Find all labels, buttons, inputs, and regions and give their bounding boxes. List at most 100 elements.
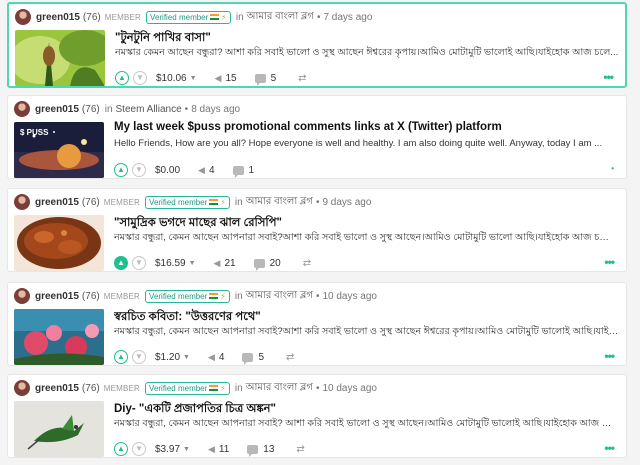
post-excerpt[interactable]: Hello Friends, How are you all? Hope eve… [114,138,619,149]
comment-icon[interactable] [232,165,244,178]
caret-down-icon[interactable]: ▼ [189,260,196,267]
community-link[interactable]: আমার বাংলা ব্লগ [246,288,313,305]
post-excerpt[interactable]: নমস্কার বন্ধুরা, কেমন আছেন আপনারা সবাই?আ… [114,325,619,340]
post-feed: green015 (76) MEMBER Verified member ⚡ in… [0,0,640,465]
post-age[interactable]: 10 days ago [322,383,377,394]
separator: • [184,103,189,115]
thumbnail-label: $ PUSS [20,128,49,137]
member-badge: MEMBER [103,383,141,393]
more-dots-icon[interactable]: ••• [604,442,615,454]
comment-icon[interactable] [253,258,265,271]
post-card[interactable]: green015 (76) in Steem Alliance • 8 days… [7,95,627,179]
comment-count[interactable]: 1 [249,165,255,176]
chevron-down-icon[interactable]: ▼ [132,442,146,456]
separator: • [315,382,320,394]
member-badge: MEMBER [103,197,141,207]
post-footer: ▲ ▼ $0.00 ◀ 4 1 [114,162,254,178]
vote-count[interactable]: 15 [225,73,236,84]
post-excerpt[interactable]: নমস্কার বন্ধুরা, কেমন আছেন আপনারা সবাই? … [114,417,619,432]
post-card[interactable]: green015 (76) MEMBER Verified member ⚡ in… [7,2,627,88]
post-card[interactable]: green015 (76) MEMBER Verified member ⚡ in… [7,374,627,458]
comment-count[interactable]: 20 [270,258,281,269]
author-link[interactable]: green015 [35,197,79,208]
reblog-icon[interactable]: ⇄ [296,444,304,455]
payout-value[interactable]: $3.97 [155,444,180,455]
vote-count[interactable]: 11 [219,444,229,455]
chevron-down-icon[interactable]: ▼ [132,163,146,177]
avatar[interactable] [15,9,31,25]
payout-value[interactable]: $1.20 [155,352,180,363]
vote-count[interactable]: 4 [219,352,225,363]
comment-count[interactable]: 5 [271,73,277,84]
separator: • [315,196,320,208]
chevron-down-icon[interactable]: ▼ [132,350,146,364]
avatar[interactable] [14,288,30,304]
community-link[interactable]: আমার বাংলা ব্লগ [247,9,314,26]
in-label: in [234,290,243,302]
verified-label: Verified member [150,12,209,22]
author-link[interactable]: green015 [35,104,79,115]
post-thumbnail[interactable] [14,401,104,457]
post-card[interactable]: green015 (76) MEMBER Verified member ⚡ in… [7,282,627,366]
chevron-down-icon[interactable]: ▼ [133,71,147,85]
post-thumbnail[interactable] [14,309,104,365]
avatar[interactable] [14,101,30,117]
post-title[interactable]: My last week $puss promotional comments … [114,121,619,133]
chevron-up-icon[interactable]: ▲ [114,442,128,456]
community-link[interactable]: আমার বাংলা ব্লগ [246,194,313,211]
separator: • [316,11,321,23]
chevron-up-icon[interactable]: ▲ [114,163,128,177]
post-footer: ▲ ▼ $1.20 ▼ ◀ 4 5 ⇄ [114,349,294,365]
post-age[interactable]: 10 days ago [322,291,377,302]
post-meta: green015 (76) in Steem Alliance • 8 days… [14,100,240,118]
caret-down-icon[interactable]: ▼ [183,446,190,453]
avatar[interactable] [14,194,30,210]
more-dots-icon[interactable]: ••• [604,350,615,362]
community-link[interactable]: Steem Alliance [116,104,182,115]
comment-count[interactable]: 13 [263,444,274,455]
chevron-up-icon[interactable]: ▲ [114,350,128,364]
post-footer: ▲ ▼ $3.97 ▼ ◀ 11 13 ⇄ [114,441,305,457]
post-age[interactable]: 7 days ago [323,12,372,23]
caret-down-icon[interactable]: ▼ [183,354,190,361]
post-thumbnail[interactable] [14,215,104,271]
verified-badge: Verified member ⚡ [146,10,231,24]
author-link[interactable]: green015 [35,383,79,394]
community-link[interactable]: আমার বাংলা ব্লগ [246,380,313,397]
post-excerpt[interactable]: নমস্কার বন্ধুরা, কেমন আছেন আপনারা সবাই?আ… [114,231,619,246]
payout-value[interactable]: $10.06 [156,73,187,84]
reblog-icon[interactable]: ⇄ [298,73,306,84]
author-link[interactable]: green015 [35,291,79,302]
payout-value[interactable]: $16.59 [155,258,186,269]
chevron-up-icon[interactable]: ▲ [115,71,129,85]
chevron-down-icon[interactable]: ▼ [132,256,146,270]
chevron-left-icon[interactable]: ◀ [198,165,205,176]
chevron-left-icon[interactable]: ◀ [208,352,215,363]
post-age[interactable]: 8 days ago [191,104,240,115]
vote-count[interactable]: 21 [224,258,235,269]
vote-count[interactable]: 4 [209,165,215,176]
more-dots-icon[interactable]: ••• [603,71,614,83]
author-link[interactable]: green015 [36,12,80,23]
post-excerpt[interactable]: নমস্কার কেমন আছেন বন্ধুরা? আশা করি সবাই … [115,46,620,61]
post-card[interactable]: green015 (76) MEMBER Verified member ⚡ in… [7,188,627,272]
chevron-left-icon[interactable]: ◀ [214,258,221,269]
reblog-icon[interactable]: ⇄ [286,352,294,363]
chevron-left-icon[interactable]: ◀ [208,444,215,455]
more-dots-icon[interactable]: • [611,165,614,173]
avatar[interactable] [14,380,30,396]
post-meta: green015 (76) MEMBER Verified member ⚡ in… [14,287,377,305]
payout-value[interactable]: $0.00 [155,165,180,176]
caret-down-icon[interactable]: ▼ [190,75,197,82]
comment-count[interactable]: 5 [258,352,264,363]
post-age[interactable]: 9 days ago [322,197,371,208]
post-thumbnail[interactable]: $ PUSS [14,122,104,178]
reblog-icon[interactable]: ⇄ [303,258,311,269]
comment-icon[interactable] [242,352,254,365]
comment-icon[interactable] [254,73,266,86]
more-dots-icon[interactable]: ••• [604,256,615,268]
comment-icon[interactable] [247,444,259,457]
chevron-left-icon[interactable]: ◀ [215,73,222,84]
chevron-up-icon[interactable]: ▲ [114,256,128,270]
post-thumbnail[interactable] [15,30,105,86]
